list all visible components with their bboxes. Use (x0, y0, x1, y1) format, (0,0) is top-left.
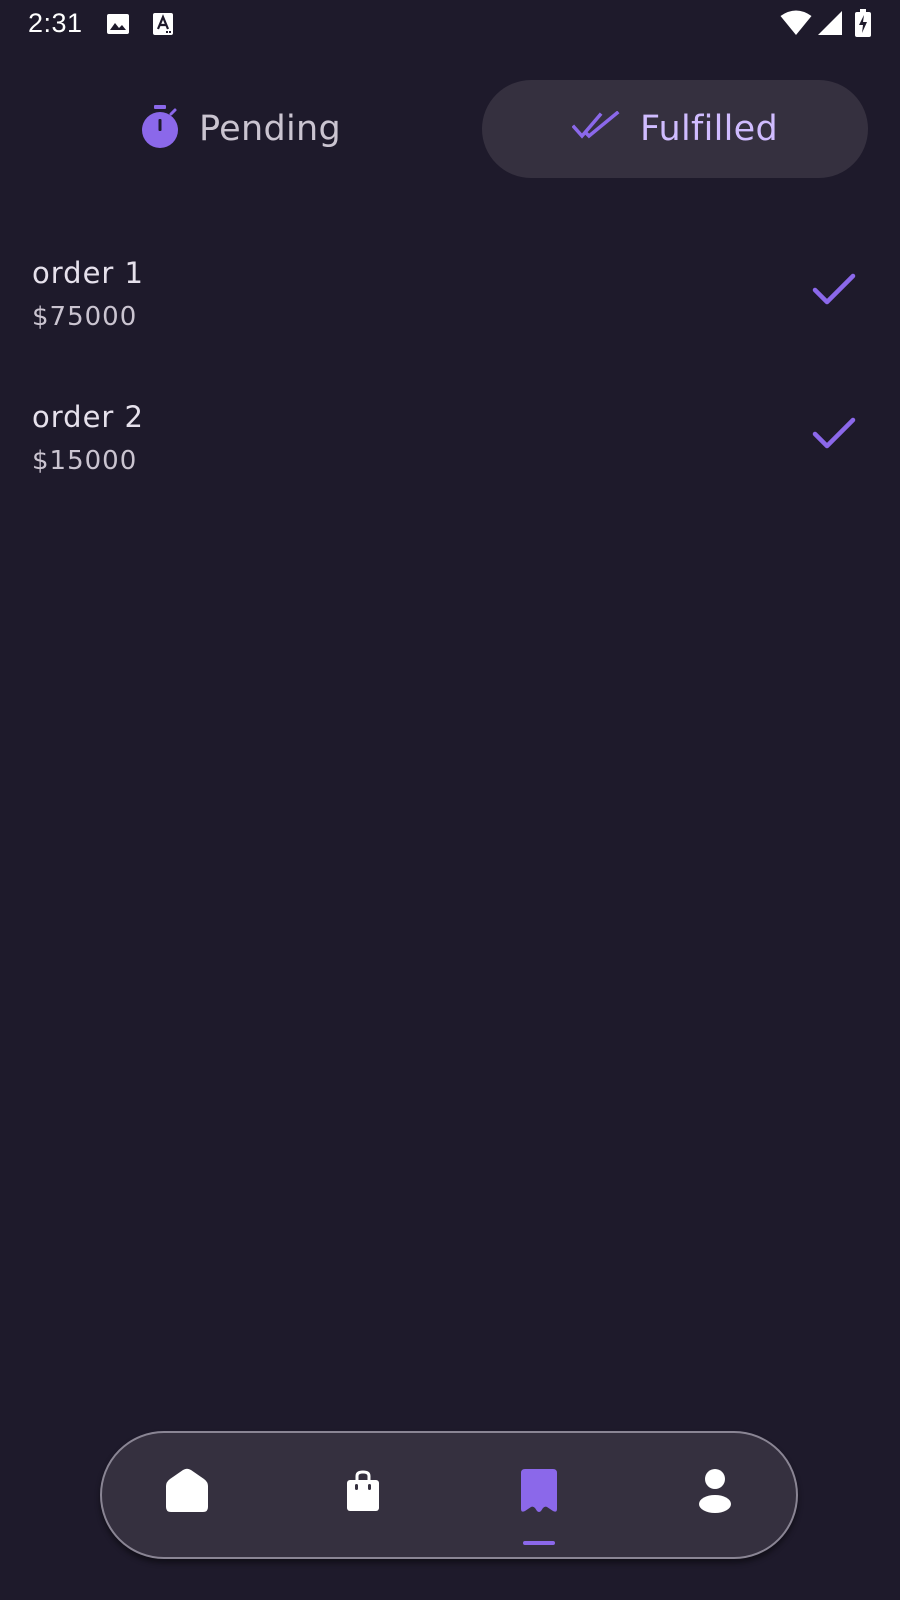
tab-pending-label: Pending (198, 109, 341, 149)
tab-pending[interactable]: Pending (50, 80, 432, 178)
wifi-icon (780, 10, 812, 40)
list-item[interactable]: order 1 $75000 (0, 240, 900, 384)
tab-fulfilled[interactable]: Fulfilled (482, 80, 868, 178)
battery-charging-icon (855, 9, 871, 41)
shopping-bag-icon (346, 1470, 380, 1516)
nav-profile-button[interactable] (685, 1463, 745, 1523)
nav-home-button[interactable] (157, 1463, 217, 1523)
timer-icon (141, 105, 179, 153)
list-item[interactable]: order 2 $15000 (0, 384, 900, 528)
status-bar: 2:31 (0, 0, 900, 50)
home-icon (164, 1468, 210, 1518)
check-icon (812, 414, 856, 458)
double-check-icon (571, 110, 620, 147)
bottom-navigation (100, 1431, 798, 1559)
order-price: $15000 (32, 446, 138, 476)
check-icon (812, 270, 856, 314)
cellular-signal-icon (818, 10, 842, 40)
nav-active-indicator (523, 1541, 555, 1545)
order-price: $75000 (32, 302, 138, 332)
nav-bookmarks-button[interactable] (509, 1463, 569, 1523)
text-a-icon (152, 12, 174, 40)
status-time: 2:31 (28, 8, 83, 38)
orders-screen: 2:31 Pending Fulfilled order 1 $75000 or… (0, 0, 900, 1600)
order-name: order 2 (32, 400, 144, 434)
order-status-tabs: Pending Fulfilled (0, 78, 900, 180)
image-icon (106, 12, 130, 40)
bookmark-icon (520, 1468, 558, 1518)
order-name: order 1 (32, 256, 144, 290)
order-list: order 1 $75000 order 2 $15000 (0, 240, 900, 528)
tab-fulfilled-label: Fulfilled (639, 109, 779, 149)
person-icon (698, 1468, 732, 1518)
nav-shop-button[interactable] (333, 1463, 393, 1523)
